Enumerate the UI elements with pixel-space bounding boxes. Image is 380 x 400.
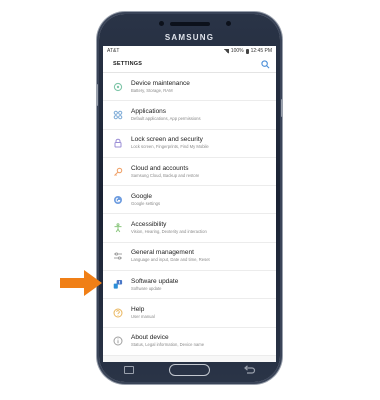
settings-item-lock-screen[interactable]: Lock screen and security Lock screen, Fi… (103, 130, 276, 158)
pointer-arrow-icon (60, 270, 102, 296)
software-update-icon (113, 280, 123, 290)
carrier-label: AT&T (107, 48, 120, 54)
settings-item-general-management[interactable]: General management Language and input, D… (103, 243, 276, 272)
item-title: Accessibility (131, 221, 167, 229)
recent-apps-button[interactable] (124, 366, 134, 374)
item-title: Help (131, 306, 145, 314)
settings-item-cloud-accounts[interactable]: Cloud and accounts Samsung Cloud, Backup… (103, 158, 276, 187)
battery-percent: 100% (230, 48, 244, 54)
item-title: About device (131, 334, 169, 342)
accessibility-icon (113, 223, 123, 233)
speaker-grille (170, 22, 210, 26)
item-title: General management (131, 249, 194, 257)
item-title: Software update (131, 277, 179, 285)
screen: AT&T 100% 12:45 PM SETTINGS Device maint… (103, 46, 276, 362)
settings-item-device-maintenance[interactable]: Device maintenance Battery, Storage, RAM (103, 73, 276, 102)
item-subtitle: Software update (131, 285, 162, 291)
settings-item-google[interactable]: Google Google settings (103, 186, 276, 215)
info-icon (113, 336, 123, 346)
volume-button[interactable] (96, 84, 98, 106)
settings-item-software-update[interactable]: Software update Software update (103, 271, 276, 300)
item-subtitle: User manual (131, 314, 155, 320)
power-button[interactable] (281, 99, 283, 117)
settings-item-about-device[interactable]: About device Status, Legal information, … (103, 328, 276, 356)
google-icon (113, 195, 123, 205)
brand-logo: SAMSUNG (164, 33, 215, 42)
lock-icon (113, 138, 123, 148)
settings-list: Device maintenance Battery, Storage, RAM… (103, 73, 276, 356)
front-sensor (159, 21, 164, 26)
key-icon (113, 167, 123, 177)
item-title: Lock screen and security (131, 136, 203, 144)
phone-frame: SAMSUNG AT&T 100% 12:45 PM SETTINGS Devi… (96, 14, 283, 382)
settings-item-applications[interactable]: Applications Default applications, App p… (103, 101, 276, 130)
item-title: Device maintenance (131, 79, 190, 87)
signal-icon (223, 48, 229, 54)
item-subtitle: Battery, Storage, RAM (131, 87, 173, 93)
settings-item-accessibility[interactable]: Accessibility Vision, Hearing, Dexterity… (103, 214, 276, 243)
settings-header: SETTINGS (103, 56, 276, 73)
item-subtitle: Samsung Cloud, Backup and restore (131, 172, 200, 178)
item-title: Cloud and accounts (131, 164, 189, 172)
settings-item-help[interactable]: Help User manual (103, 299, 276, 328)
grid-icon (113, 110, 123, 120)
sliders-icon (113, 251, 123, 261)
item-subtitle: Status, Legal information, Device name (131, 342, 205, 348)
search-icon[interactable] (260, 59, 270, 69)
item-subtitle: Vision, Hearing, Dexterity and interacti… (131, 229, 207, 235)
item-subtitle: Google settings (131, 200, 161, 206)
item-title: Applications (131, 107, 167, 115)
battery-icon (245, 48, 249, 54)
clock: 12:45 PM (250, 48, 272, 54)
help-icon (113, 308, 123, 318)
page-title: SETTINGS (113, 61, 143, 67)
item-title: Google (131, 192, 152, 200)
item-subtitle: Language and input, Date and time, Reset (131, 257, 210, 263)
item-subtitle: Default applications, App permissions (131, 115, 201, 121)
home-button[interactable] (169, 364, 210, 376)
status-bar: AT&T 100% 12:45 PM (103, 46, 276, 56)
refresh-icon (113, 82, 123, 92)
back-button[interactable] (242, 364, 256, 376)
item-subtitle: Lock screen, Fingerprints, Find My Mobil… (131, 144, 209, 150)
front-camera (226, 21, 231, 26)
